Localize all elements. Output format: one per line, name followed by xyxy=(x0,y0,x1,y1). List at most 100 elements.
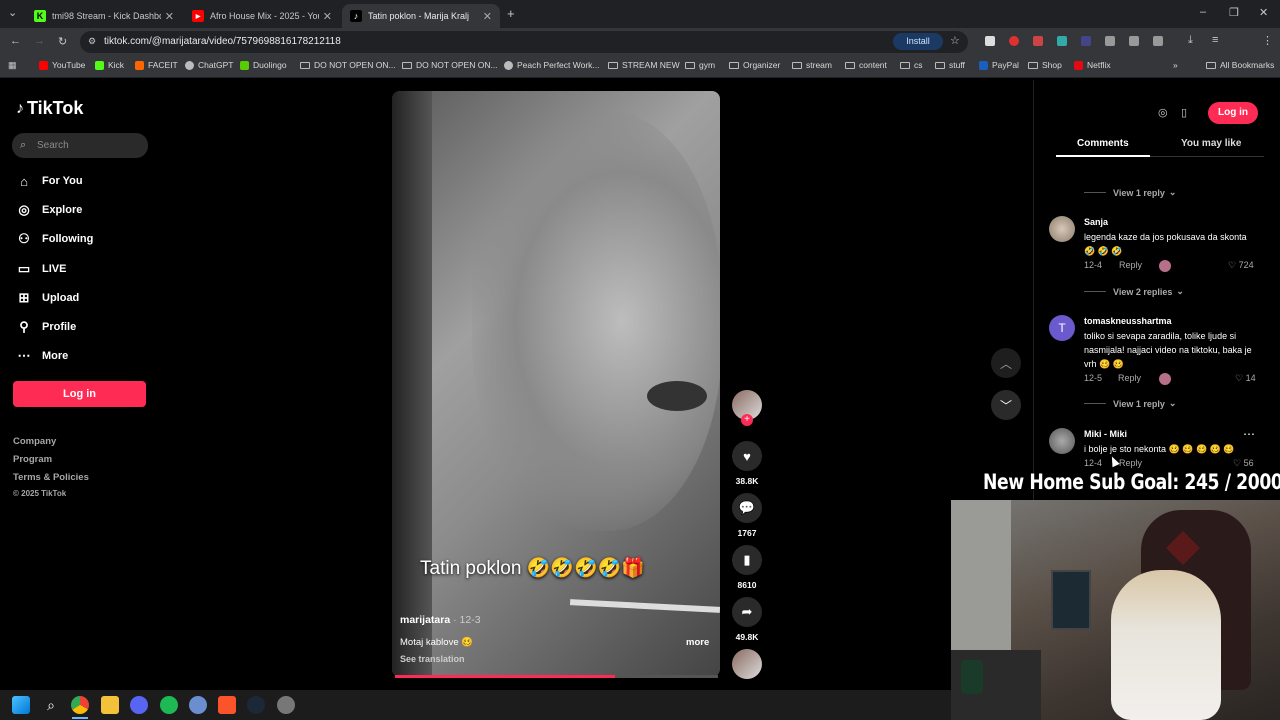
bookmark-folder[interactable]: Shop xyxy=(1028,60,1062,70)
spotify-icon[interactable] xyxy=(160,696,178,714)
bookmark-folder[interactable]: Organizer xyxy=(729,60,780,70)
extensions-puzzle-icon[interactable] xyxy=(1153,36,1163,46)
browser-tab-tiktok[interactable]: ♪ Tatin poklon - Marija Kralj ✕ xyxy=(342,4,500,28)
footer-company[interactable]: Company xyxy=(13,436,56,447)
tab-you-may-like[interactable]: You may like xyxy=(1181,138,1241,149)
extension-icon[interactable] xyxy=(1033,36,1043,46)
compass-icon[interactable]: ◎ xyxy=(1158,106,1168,119)
browser-tab-kick[interactable]: K tmi98 Stream - Kick Dashboard ✕ xyxy=(26,4,182,28)
bookmark-folder[interactable]: stuff xyxy=(935,60,965,70)
extension-icon[interactable] xyxy=(1081,36,1091,46)
extension-icon[interactable] xyxy=(1129,36,1139,46)
reply-button[interactable]: Reply xyxy=(1119,260,1142,270)
comment-avatar[interactable] xyxy=(1049,216,1075,242)
close-icon[interactable]: ✕ xyxy=(323,10,332,23)
login-button-header[interactable]: Log in xyxy=(1208,102,1258,124)
search-input[interactable]: ⌕ Search xyxy=(12,133,148,158)
video-author[interactable]: marijatara · 12-3 xyxy=(400,614,481,626)
tab-search-icon[interactable]: ⌄ xyxy=(8,6,17,19)
reply-button[interactable]: Reply xyxy=(1118,373,1141,383)
bookmark-youtube[interactable]: YouTube xyxy=(39,60,85,70)
comment-author[interactable]: tomaskneusshartma xyxy=(1084,316,1172,326)
comment-author[interactable]: Sanja xyxy=(1084,217,1108,227)
more-options-icon[interactable]: ⋯ xyxy=(1243,427,1255,441)
view-replies[interactable]: View 1 reply ⌄ xyxy=(1084,398,1176,409)
bookmark-folder[interactable]: DO NOT OPEN ON... xyxy=(300,60,396,70)
view-replies[interactable]: View 1 reply ⌄ xyxy=(1084,187,1176,198)
back-icon[interactable]: ← xyxy=(10,35,21,47)
bookmark-paypal[interactable]: PayPal xyxy=(979,60,1019,70)
bookmark-folder[interactable]: cs xyxy=(900,60,923,70)
see-translation-link[interactable]: See translation xyxy=(400,654,465,664)
steam-icon[interactable] xyxy=(247,696,265,714)
footer-program[interactable]: Program xyxy=(13,454,52,465)
comment-like[interactable]: ♡ 14 xyxy=(1235,373,1256,384)
forward-icon[interactable]: → xyxy=(34,35,45,47)
music-disc[interactable] xyxy=(731,649,763,679)
comment-avatar[interactable] xyxy=(1049,428,1075,454)
nav-more[interactable]: ⋯ More xyxy=(16,346,69,366)
reload-icon[interactable]: ↻ xyxy=(58,35,67,48)
bookmark-duolingo[interactable]: Duolingo xyxy=(240,60,287,70)
follow-plus-icon[interactable]: + xyxy=(741,414,753,426)
file-explorer-icon[interactable] xyxy=(101,696,119,714)
bookmark-folder[interactable]: gym xyxy=(685,60,715,70)
bookmark-netflix[interactable]: Netflix xyxy=(1074,60,1111,70)
discord-icon[interactable] xyxy=(130,696,148,714)
star-icon[interactable]: ☆ xyxy=(950,34,960,47)
login-button[interactable]: Log in xyxy=(13,381,146,407)
comment-avatar[interactable]: T xyxy=(1049,315,1075,341)
author-avatar[interactable]: + xyxy=(731,390,763,426)
close-icon[interactable]: ✕ xyxy=(165,10,174,23)
apps-icon[interactable]: ▦ xyxy=(8,60,17,71)
view-replies[interactable]: View 2 replies ⌄ xyxy=(1084,286,1184,297)
more-link[interactable]: more xyxy=(686,637,709,648)
bookmark-folder[interactable]: STREAM NEW xyxy=(608,60,680,70)
video-progress-bar[interactable] xyxy=(395,675,718,678)
tab-comments[interactable]: Comments xyxy=(1077,138,1129,149)
save-button[interactable]: ▮ 8610 xyxy=(731,545,763,590)
bookmark-faceit[interactable]: FACEIT xyxy=(135,60,178,70)
media-icon[interactable]: ≡ xyxy=(1212,34,1218,46)
reply-button[interactable]: Reply xyxy=(1119,458,1142,468)
close-icon[interactable]: ✕ xyxy=(483,10,492,23)
search-icon[interactable]: ⌕ xyxy=(42,696,60,714)
bookmark-folder[interactable]: DO NOT OPEN ON... xyxy=(402,60,498,70)
bookmark-folder[interactable]: content xyxy=(845,60,887,70)
bookmark-kick[interactable]: Kick xyxy=(95,60,124,70)
tiktok-logo[interactable]: ♪ TikTok xyxy=(16,98,83,119)
comment-author[interactable]: Miki - Miki xyxy=(1084,429,1127,439)
device-icon[interactable]: ▯ xyxy=(1181,106,1187,119)
maximize-icon[interactable]: ❐ xyxy=(1229,6,1239,19)
comment-like[interactable]: ♡ 724 xyxy=(1228,260,1254,271)
comment-button[interactable]: 💬 1767 xyxy=(731,493,763,538)
nav-profile[interactable]: ⚲ Profile xyxy=(16,317,76,337)
chrome-icon[interactable] xyxy=(71,696,89,714)
extension-icon[interactable] xyxy=(1105,36,1115,46)
share-button[interactable]: ➦ 49.8K xyxy=(731,597,763,642)
app-icon[interactable] xyxy=(189,696,207,714)
like-button[interactable]: ♥ 38.8K xyxy=(731,441,763,486)
extension-icon[interactable] xyxy=(985,36,995,46)
nav-explore[interactable]: ◎ Explore xyxy=(16,200,82,220)
app-icon[interactable] xyxy=(277,696,295,714)
nav-for-you[interactable]: ⌂ For You xyxy=(16,171,82,191)
menu-icon[interactable]: ⋮ xyxy=(1262,34,1273,47)
next-video-button[interactable]: ﹀ xyxy=(991,390,1021,420)
nav-following[interactable]: ⚇ Following xyxy=(16,229,93,249)
nav-live[interactable]: ▭ LIVE xyxy=(16,259,67,279)
site-info-icon[interactable]: ⚙ xyxy=(88,36,96,47)
extension-icon[interactable] xyxy=(1009,36,1019,46)
footer-terms[interactable]: Terms & Policies xyxy=(13,472,89,483)
bookmark-peach[interactable]: Peach Perfect Work... xyxy=(504,60,600,70)
install-button[interactable]: Install xyxy=(893,33,943,50)
nav-upload[interactable]: ⊞ Upload xyxy=(16,288,80,308)
bookmark-chatgpt[interactable]: ChatGPT xyxy=(185,60,233,70)
bookmarks-overflow-icon[interactable]: » xyxy=(1173,60,1178,70)
all-bookmarks[interactable]: All Bookmarks xyxy=(1206,60,1274,70)
brave-icon[interactable] xyxy=(218,696,236,714)
bookmark-folder[interactable]: stream xyxy=(792,60,832,70)
minimize-icon[interactable]: – xyxy=(1200,6,1206,18)
close-window-icon[interactable]: ✕ xyxy=(1259,6,1268,19)
extension-icon[interactable] xyxy=(1057,36,1067,46)
